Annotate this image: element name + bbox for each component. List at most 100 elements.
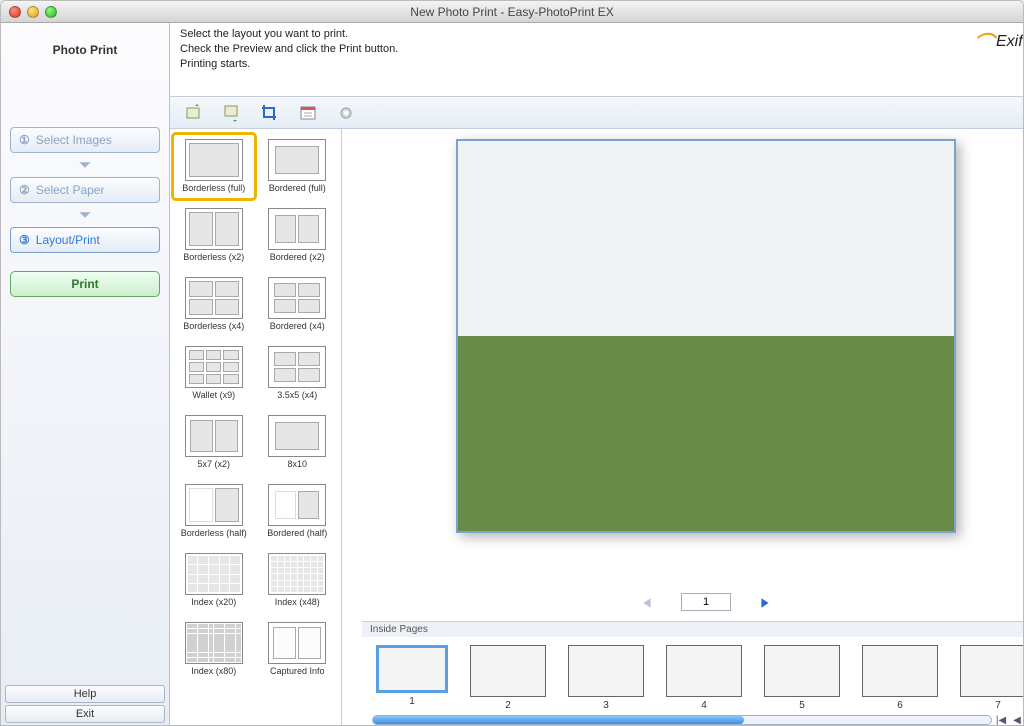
date-icon[interactable] <box>298 103 318 123</box>
page-thumb-4[interactable]: 4 <box>666 645 742 711</box>
page-thumb-6[interactable]: 6 <box>862 645 938 711</box>
layout-option-borderless-full[interactable]: Borderless (full) <box>174 135 254 198</box>
layout-thumb <box>268 484 326 526</box>
layout-label: 5x7 (x2) <box>197 459 230 470</box>
layout-label: Borderless (half) <box>181 528 247 539</box>
layout-option-index-x20[interactable]: Index (x20) <box>174 549 254 612</box>
thumb-image <box>376 645 448 693</box>
layout-list: Borderless (full) Bordered (full) Borderle… <box>170 129 342 726</box>
preview-page[interactable] <box>456 139 956 533</box>
preview-area: Inside Pages 1234567 |◀ ◀ ▶ <box>342 129 1024 726</box>
layout-option-8x10[interactable]: 8x10 <box>258 411 338 474</box>
thumb-image <box>960 645 1024 697</box>
step-layout-print[interactable]: ③ Layout/Print <box>10 227 160 253</box>
thumb-label: 2 <box>505 700 511 711</box>
layout-option-5x7-x2[interactable]: 5x7 (x2) <box>174 411 254 474</box>
exit-button[interactable]: Exit <box>5 705 165 723</box>
layout-label: Bordered (half) <box>267 528 327 539</box>
step-number: ① <box>19 133 30 147</box>
thumb-label: 7 <box>995 700 1001 711</box>
info-line: Printing starts. <box>180 57 398 72</box>
layout-label: Captured Info <box>270 666 325 677</box>
add-image-back-icon[interactable] <box>222 103 242 123</box>
layout-option-index-x80[interactable]: Index (x80) <box>174 618 254 681</box>
layout-label: 8x10 <box>287 459 307 470</box>
settings-icon[interactable] <box>336 103 356 123</box>
print-button[interactable]: Print <box>10 271 160 297</box>
page-thumb-5[interactable]: 5 <box>764 645 840 711</box>
page-number-input[interactable] <box>681 593 731 611</box>
page-thumb-2[interactable]: 2 <box>470 645 546 711</box>
layout-option-wallet-x9[interactable]: Wallet (x9) <box>174 342 254 405</box>
next-page-icon[interactable] <box>759 596 771 608</box>
swoosh-icon: ⌒ <box>974 27 994 56</box>
step-select-images[interactable]: ① Select Images <box>10 127 160 153</box>
layout-label: Index (x20) <box>191 597 236 608</box>
toolbar <box>170 97 1024 129</box>
thumb-label: 4 <box>701 700 707 711</box>
step-number: ② <box>19 183 30 197</box>
info-line: Select the layout you want to print. <box>180 27 398 42</box>
layout-thumb <box>185 208 243 250</box>
layout-option-bordered-x2[interactable]: Bordered (x2) <box>258 204 338 267</box>
add-image-front-icon[interactable] <box>184 103 204 123</box>
layout-label: Bordered (x4) <box>270 321 325 332</box>
crop-icon[interactable] <box>260 103 280 123</box>
sidebar-heading: Photo Print <box>1 23 169 77</box>
layout-thumb <box>268 415 326 457</box>
layout-label: Borderless (full) <box>182 183 245 194</box>
scroll-left-icon[interactable]: ◀ <box>1010 713 1024 726</box>
layout-option-bordered-full[interactable]: Bordered (full) <box>258 135 338 198</box>
thumb-label: 3 <box>603 700 609 711</box>
page-navigator <box>362 583 1024 621</box>
layout-label: Bordered (full) <box>269 183 326 194</box>
inside-pages-panel: Inside Pages 1234567 |◀ ◀ ▶ <box>362 621 1024 726</box>
layout-label: Borderless (x4) <box>183 321 244 332</box>
layout-thumb <box>185 622 243 664</box>
prev-page-icon[interactable] <box>641 596 653 608</box>
layout-thumb <box>185 415 243 457</box>
app-window: New Photo Print - Easy-PhotoPrint EX Pho… <box>0 0 1024 726</box>
scrollbar-track[interactable] <box>372 715 992 725</box>
exif-print-logo: ⌒ Exif Print <box>974 27 1024 56</box>
layout-thumb <box>268 277 326 319</box>
layout-option-borderless-x2[interactable]: Borderless (x2) <box>174 204 254 267</box>
layout-thumb <box>268 346 326 388</box>
layout-thumb <box>185 553 243 595</box>
inside-pages-header: Inside Pages <box>362 622 1024 637</box>
thumb-label: 5 <box>799 700 805 711</box>
scrollbar-thumb[interactable] <box>373 716 744 724</box>
layout-option-borderless-half[interactable]: Borderless (half) <box>174 480 254 543</box>
layout-label: Index (x48) <box>275 597 320 608</box>
thumb-image <box>568 645 644 697</box>
layout-thumb <box>268 622 326 664</box>
sidebar: Photo Print ① Select Images ② Select Pap… <box>1 23 170 726</box>
scroll-start-icon[interactable]: |◀ <box>994 713 1008 726</box>
step-label: Layout/Print <box>36 233 100 247</box>
layout-option-bordered-half[interactable]: Bordered (half) <box>258 480 338 543</box>
thumb-image <box>470 645 546 697</box>
layout-option-bordered-x4[interactable]: Bordered (x4) <box>258 273 338 336</box>
window-title: New Photo Print - Easy-PhotoPrint EX <box>1 5 1023 19</box>
titlebar: New Photo Print - Easy-PhotoPrint EX <box>1 1 1023 23</box>
arrow-down-icon <box>77 157 93 173</box>
layout-thumb <box>268 553 326 595</box>
page-thumb-7[interactable]: 7 <box>960 645 1024 711</box>
layout-thumb <box>185 484 243 526</box>
thumb-image <box>862 645 938 697</box>
layout-option-35x5-x4[interactable]: 3.5x5 (x4) <box>258 342 338 405</box>
layout-option-index-x48[interactable]: Index (x48) <box>258 549 338 612</box>
thumb-label: 1 <box>409 696 415 707</box>
layout-option-borderless-x4[interactable]: Borderless (x4) <box>174 273 254 336</box>
page-thumb-3[interactable]: 3 <box>568 645 644 711</box>
layout-option-captured-info[interactable]: Captured Info <box>258 618 338 681</box>
arrow-down-icon <box>77 207 93 223</box>
page-thumb-1[interactable]: 1 <box>376 645 448 707</box>
main-panel: Select the layout you want to print. Che… <box>170 23 1024 726</box>
layout-thumb <box>185 277 243 319</box>
step-select-paper[interactable]: ② Select Paper <box>10 177 160 203</box>
layout-thumb <box>268 208 326 250</box>
preview-image <box>458 141 954 531</box>
help-button[interactable]: Help <box>5 685 165 703</box>
layout-label: Index (x80) <box>191 666 236 677</box>
